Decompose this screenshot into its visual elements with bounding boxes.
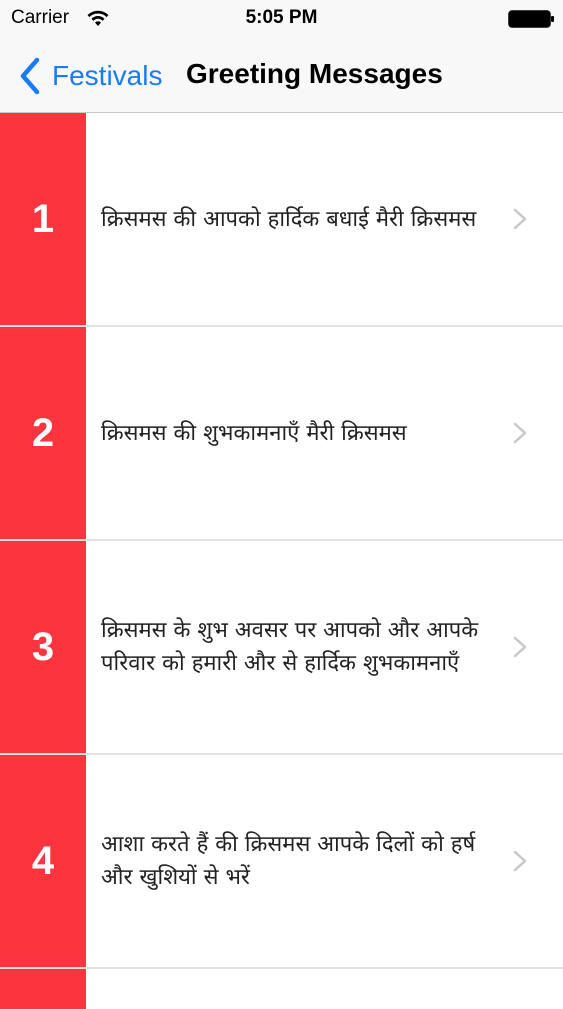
chevron-left-icon xyxy=(20,57,40,95)
number-badge: 3 xyxy=(0,541,86,753)
number-badge: 2 xyxy=(0,327,86,539)
item-number: 3 xyxy=(31,624,55,669)
message-text-container: आशा करते हैं की क्रिसमस आपके दिलों को हर… xyxy=(101,755,501,967)
number-badge: 4 xyxy=(0,755,86,967)
number-badge xyxy=(0,969,86,1009)
page-title: Greeting Messages xyxy=(186,58,443,89)
status-time: 5:05 PM xyxy=(245,7,318,28)
item-number: 1 xyxy=(31,196,55,241)
navigation-bar: Festivals Greeting Messages xyxy=(0,40,563,113)
list-item[interactable]: 3 क्रिसमस के शुभ अवसर पर आपको और आपके पर… xyxy=(0,541,563,753)
message-text: क्रिसमस के शुभ अवसर पर आपको और आपके परिव… xyxy=(101,618,479,676)
list-item[interactable]: 2 क्रिसमस की शुभकामनाएँ मैरी क्रिसमस xyxy=(0,327,563,539)
chevron-right-icon xyxy=(513,422,527,444)
message-text: क्रिसमस की आपको हार्दिक बधाई मैरी क्रिसम… xyxy=(101,206,477,232)
chevron-right-icon xyxy=(513,850,527,872)
chevron-right-icon xyxy=(513,636,527,658)
item-number: 4 xyxy=(31,838,55,883)
battery-icon xyxy=(508,10,554,28)
list-item[interactable]: 4 आशा करते हैं की क्रिसमस आपके दिलों को … xyxy=(0,755,563,967)
item-number: 2 xyxy=(31,410,55,455)
status-bar: Carrier 5:05 PM xyxy=(0,0,563,40)
message-text: आशा करते हैं की क्रिसमस आपके दिलों को हर… xyxy=(101,832,476,890)
list-item[interactable] xyxy=(0,969,563,1009)
list-item[interactable]: 1 क्रिसमस की आपको हार्दिक बधाई मैरी क्रि… xyxy=(0,113,563,325)
back-label: Festivals xyxy=(52,60,163,91)
message-text: क्रिसमस की शुभकामनाएँ मैरी क्रिसमस xyxy=(101,420,407,446)
number-badge: 1 xyxy=(0,113,86,325)
chevron-right-icon xyxy=(513,208,527,230)
message-text-container: क्रिसमस के शुभ अवसर पर आपको और आपके परिव… xyxy=(101,541,501,753)
back-button[interactable]: Festivals xyxy=(18,54,162,98)
message-text-container: क्रिसमस की आपको हार्दिक बधाई मैरी क्रिसम… xyxy=(101,113,501,325)
message-text-container: क्रिसमस की शुभकामनाएँ मैरी क्रिसमस xyxy=(101,327,501,539)
